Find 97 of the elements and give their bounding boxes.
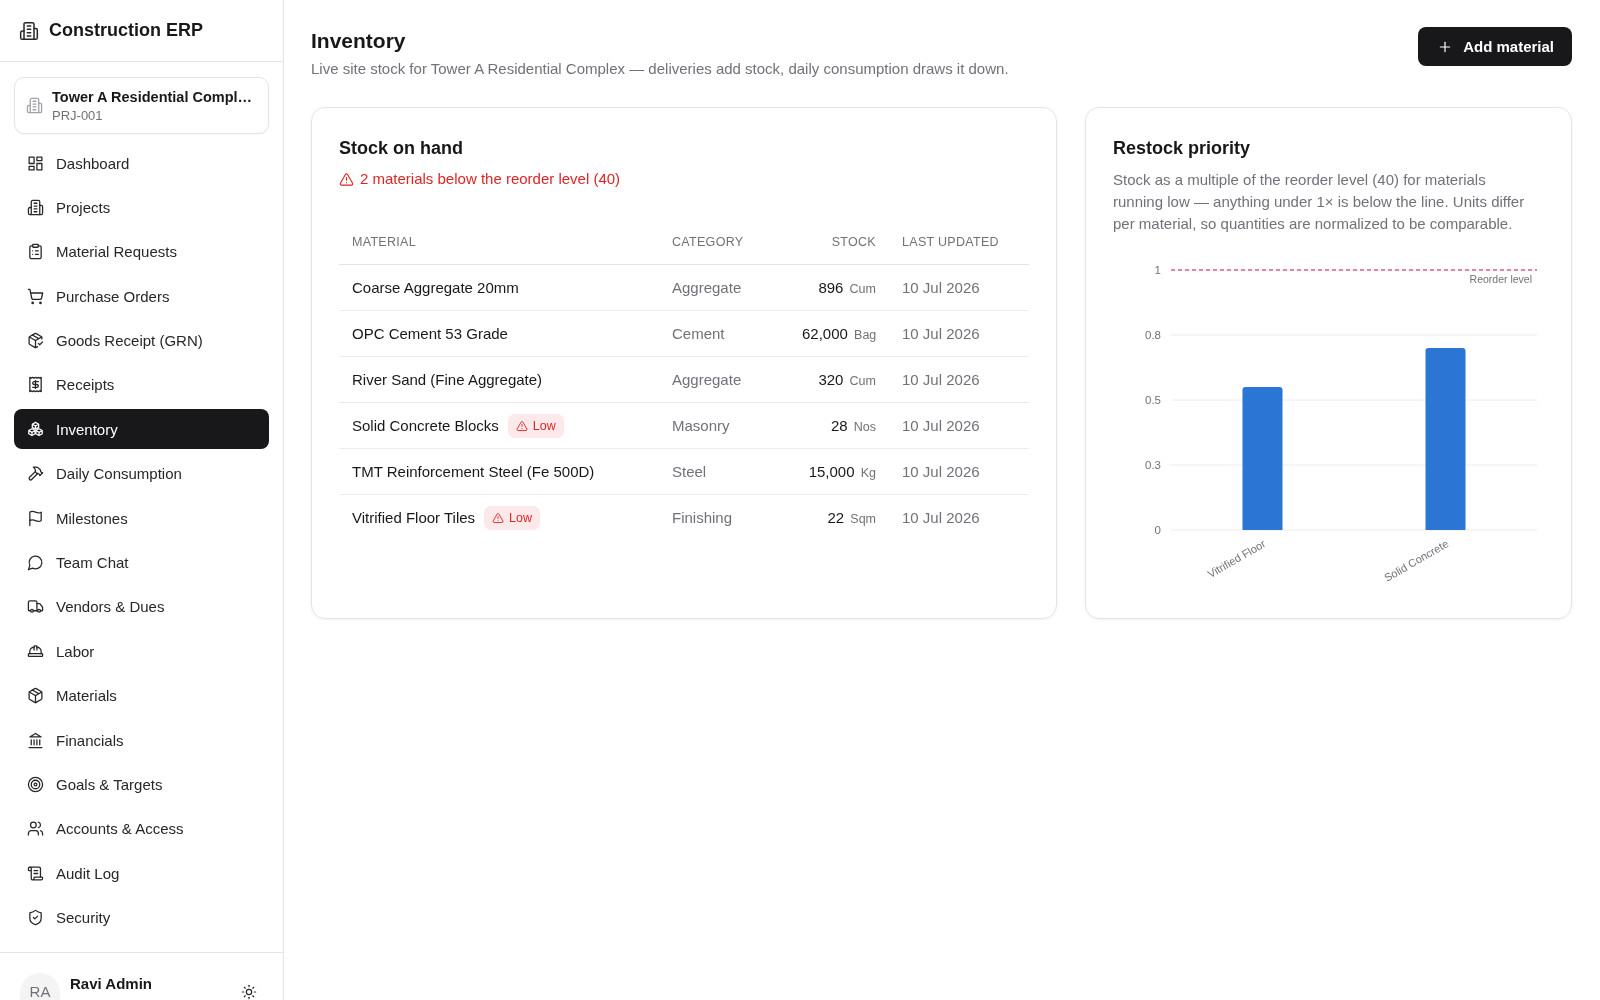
material-name: River Sand (Fine Aggregate)	[352, 371, 543, 388]
truck-icon	[27, 598, 44, 616]
user-name: Ravi Admin	[70, 975, 152, 993]
package-check-icon	[27, 332, 44, 350]
material-name: OPC Cement 53 Grade	[352, 325, 508, 342]
sidebar-item[interactable]: Milestones	[14, 498, 269, 539]
sidebar-item[interactable]: Purchase Orders	[14, 276, 269, 317]
cart-icon	[27, 287, 44, 305]
project-switcher[interactable]: Tower A Residential Compl… PRJ-001	[14, 77, 269, 134]
material-name: Coarse Aggregate 20mm	[352, 279, 519, 296]
sidebar-item[interactable]: Vendors & Dues	[14, 586, 269, 627]
sidebar-item[interactable]: Audit Log	[14, 853, 269, 894]
sidebar-item[interactable]: Inventory	[14, 409, 269, 450]
column-header: MATERIAL	[339, 220, 659, 265]
sun-icon[interactable]	[241, 984, 257, 1000]
stock-quantity: 896	[818, 279, 844, 296]
warning-icon	[492, 511, 505, 524]
grid-icon	[27, 154, 44, 172]
status-label: Low	[532, 417, 556, 434]
sidebar-item[interactable]: Dashboard	[14, 143, 269, 183]
stock-quantity: 15,000	[808, 463, 855, 480]
sidebar-item[interactable]: Goods Receipt (GRN)	[14, 320, 269, 361]
stock-unit: Cum	[849, 282, 876, 296]
table-cell: 10 Jul 2026	[889, 448, 1029, 495]
column-header: STOCK	[789, 220, 889, 265]
clipboard-icon	[27, 243, 44, 261]
card-description: Stock as a multiple of the reorder level (40) for materials running low — anything under 1× is below the line. Units differ per material, so quantities are normalized to be comparable.	[1113, 170, 1526, 234]
add-material-button[interactable]: Add material	[1418, 27, 1572, 66]
table-cell: Cement	[659, 310, 789, 357]
table-cell: 10 Jul 2026	[889, 402, 1029, 449]
page-title: Inventory	[311, 28, 407, 54]
sidebar-item[interactable]: Labor	[14, 631, 269, 672]
material-name: Vitrified Floor Tiles	[352, 509, 476, 526]
flag-icon	[27, 509, 44, 527]
stock-unit: Sqm	[850, 512, 876, 526]
package-icon	[27, 687, 44, 705]
axis-tick-label: 0.5	[1145, 394, 1161, 406]
hard-hat-icon	[27, 642, 44, 660]
axis-tick-label: 0.8	[1145, 329, 1161, 341]
chat-bubble-icon	[27, 554, 44, 571]
sidebar-item[interactable]: Goals & Targets	[14, 764, 269, 805]
sidebar-item[interactable]: Material Requests	[14, 231, 269, 272]
status-label: Low	[509, 509, 533, 526]
warning-icon	[515, 419, 528, 432]
stock-unit: Nos	[853, 420, 876, 434]
table-cell: 10 Jul 2026	[889, 310, 1029, 357]
axis-tick-label: 0.3	[1145, 459, 1161, 471]
sidebar-item[interactable]: Receipts	[14, 364, 269, 405]
reorder-level-label: Reorder level	[1469, 273, 1532, 285]
alert-message: 2 materials below the reorder level (40)	[360, 169, 621, 189]
sidebar-item[interactable]: Team Chat	[14, 542, 269, 583]
stock-unit: Kg	[860, 466, 876, 480]
sidebar-item[interactable]: Projects	[14, 187, 269, 228]
table-cell: 10 Jul 2026	[889, 264, 1029, 311]
bank-icon	[27, 731, 44, 749]
card-title: Restock priority	[1113, 137, 1252, 160]
stock-quantity: 62,000	[802, 325, 848, 342]
building-icon	[27, 198, 44, 216]
stock-quantity: 28	[830, 417, 848, 434]
app-name: Construction ERP	[49, 20, 203, 41]
hammer-icon	[27, 465, 44, 483]
page-subtitle: Live site stock for Tower A Residential Complex — deliveries add stock, daily consumption draws it down.	[311, 59, 1009, 79]
column-header: LAST UPDATED	[889, 220, 1029, 265]
building-icon	[19, 20, 39, 41]
axis-tick-label: 1	[1154, 264, 1161, 276]
axis-tick-label: 0	[1154, 524, 1161, 537]
target-icon	[27, 775, 44, 793]
table-cell: Aggregate	[659, 356, 789, 403]
warning-icon	[339, 171, 354, 187]
table-cell: Aggregate	[659, 264, 789, 311]
building-icon	[26, 97, 43, 114]
users-icon	[27, 820, 44, 838]
stock-quantity: 22	[827, 509, 845, 526]
sidebar-item[interactable]: Accounts & Access	[14, 808, 269, 849]
stock-unit: Bag	[854, 328, 877, 342]
user-avatar: RA	[20, 973, 60, 1000]
column-header: CATEGORY	[659, 220, 789, 265]
card-title: Stock on hand	[339, 137, 464, 160]
table-cell: Steel	[659, 448, 789, 495]
sidebar-item[interactable]: Financials	[14, 720, 269, 761]
stock-quantity: 320	[818, 371, 844, 388]
project-name: Tower A Residential Compl…	[52, 87, 253, 107]
stock-unit: Cum	[849, 374, 876, 388]
sidebar-item[interactable]: Daily Consumption	[14, 453, 269, 494]
table-cell: 10 Jul 2026	[889, 356, 1029, 403]
table-cell: Finishing	[659, 494, 789, 540]
sidebar-item[interactable]: Materials	[14, 675, 269, 716]
material-name: Solid Concrete Blocks	[352, 417, 499, 434]
project-code: PRJ-001	[52, 106, 104, 124]
receipt-icon	[27, 376, 44, 394]
material-name: TMT Reinforcement Steel (Fe 500D)	[352, 463, 595, 480]
table-cell: 10 Jul 2026	[889, 494, 1029, 540]
boxes-icon	[27, 420, 44, 438]
table-cell: Masonry	[659, 402, 789, 449]
shield-check-icon	[27, 909, 44, 927]
scroll-icon	[27, 864, 44, 882]
sidebar-item[interactable]: Security	[14, 897, 269, 938]
